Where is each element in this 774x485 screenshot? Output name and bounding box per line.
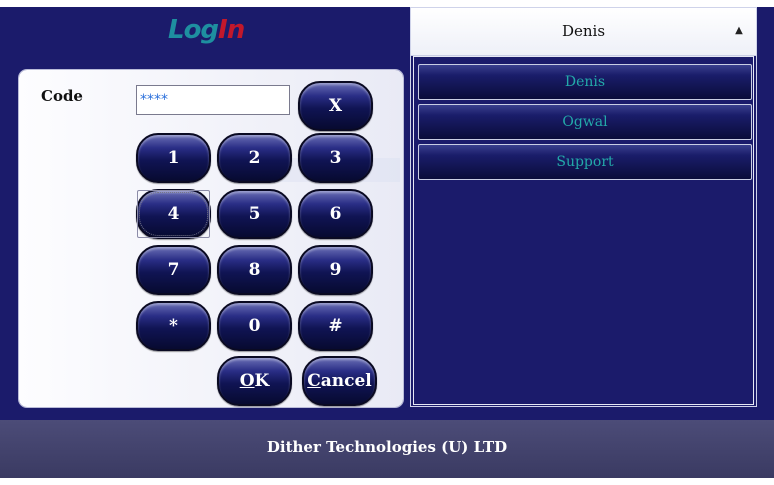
- ok-button[interactable]: OK: [217, 356, 292, 406]
- key-star-button[interactable]: *: [136, 301, 211, 351]
- login-logo: LogIn: [168, 14, 248, 46]
- selected-user-label: Denis: [561, 22, 606, 40]
- user-dropdown-header[interactable]: Denis ▲: [411, 8, 756, 56]
- collapse-chevron-icon[interactable]: ▲: [732, 24, 746, 38]
- company-name: Dither Technologies (U) LTD: [266, 438, 508, 456]
- footer-bar: Dither Technologies (U) LTD: [0, 420, 774, 478]
- ok-button-label: OK: [239, 371, 270, 391]
- user-item-label: Support: [556, 154, 614, 170]
- key-5-button[interactable]: 5: [217, 189, 292, 239]
- key-7-button[interactable]: 7: [136, 245, 211, 295]
- user-list: Denis Ogwal Support: [413, 56, 754, 405]
- key-label: 7: [167, 260, 180, 280]
- user-panel: Denis ▲ Denis Ogwal Support: [410, 7, 757, 407]
- key-0-button[interactable]: 0: [217, 301, 292, 351]
- bottom-edge: [0, 478, 774, 485]
- key-label: 8: [248, 260, 261, 280]
- key-6-button[interactable]: 6: [298, 189, 373, 239]
- key-label: #: [328, 316, 343, 336]
- key-label: 1: [167, 148, 180, 168]
- key-9-button[interactable]: 9: [298, 245, 373, 295]
- user-item-label: Ogwal: [562, 114, 608, 130]
- user-item-support[interactable]: Support: [418, 144, 752, 180]
- key-label: 5: [248, 204, 261, 224]
- logo-in-text: In: [218, 15, 245, 45]
- code-input[interactable]: [136, 85, 290, 115]
- user-item-label: Denis: [564, 74, 606, 90]
- key-1-button[interactable]: 1: [136, 133, 211, 183]
- key-4-button[interactable]: 4: [136, 189, 211, 239]
- user-item-denis[interactable]: Denis: [418, 64, 752, 100]
- key-hash-button[interactable]: #: [298, 301, 373, 351]
- top-edge: [0, 0, 774, 7]
- key-label: *: [169, 316, 178, 336]
- cancel-button[interactable]: Cancel: [302, 356, 377, 406]
- key-label: 9: [329, 260, 342, 280]
- key-2-button[interactable]: 2: [217, 133, 292, 183]
- key-label: 0: [248, 316, 261, 336]
- key-3-button[interactable]: 3: [298, 133, 373, 183]
- key-label: 6: [329, 204, 342, 224]
- key-label: 4: [167, 204, 180, 224]
- logo-log-text: Log: [168, 15, 219, 45]
- key-label: 2: [248, 148, 261, 168]
- clear-button-label: X: [328, 96, 343, 116]
- clear-button[interactable]: X: [298, 81, 373, 131]
- code-label: Code: [41, 87, 83, 105]
- key-8-button[interactable]: 8: [217, 245, 292, 295]
- cancel-button-label: Cancel: [307, 371, 372, 391]
- key-label: 3: [329, 148, 342, 168]
- user-item-ogwal[interactable]: Ogwal: [418, 104, 752, 140]
